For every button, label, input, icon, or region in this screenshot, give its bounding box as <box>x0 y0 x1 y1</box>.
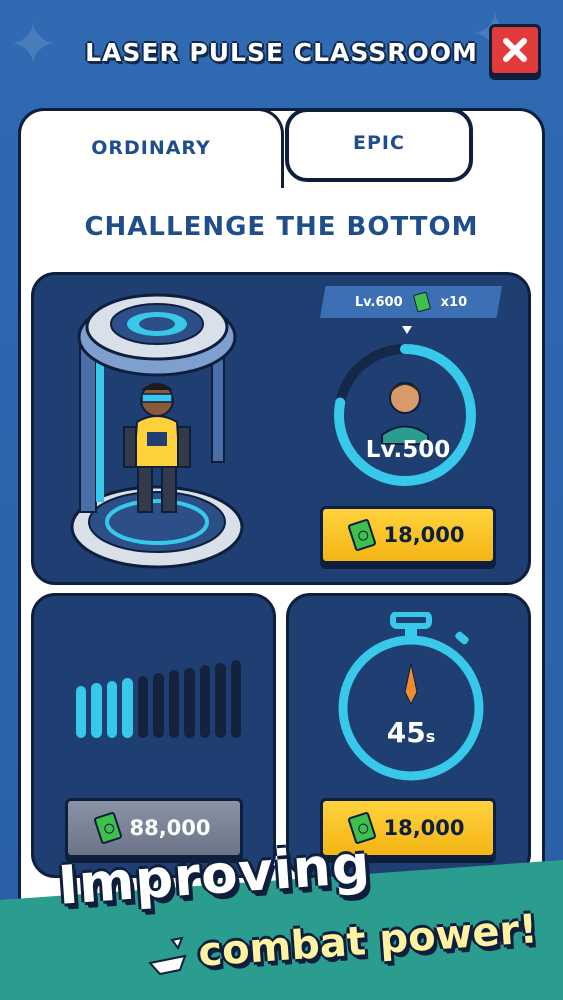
next-level-reward: Lv.600 x10 <box>320 286 502 318</box>
close-button[interactable] <box>489 24 541 76</box>
hero-pod-illustration <box>70 293 244 569</box>
challenge-upgrade-button[interactable]: 18,000 <box>320 506 496 564</box>
timer-seconds: 45 <box>386 716 426 749</box>
tab-ordinary-label: ORDINARY <box>91 136 211 159</box>
power-bar-filled <box>91 683 102 738</box>
power-bar-empty <box>215 662 226 738</box>
stopwatch-icon <box>338 611 484 781</box>
timer-readout: 45s <box>331 716 491 749</box>
power-bar-empty <box>230 660 241 738</box>
cash-icon <box>412 291 431 313</box>
power-bar-empty <box>184 667 195 738</box>
stopwatch <box>331 611 491 782</box>
power-upgrade-cost: 88,000 <box>129 816 211 840</box>
power-bar-empty <box>137 675 149 738</box>
current-level: Lv.500 <box>365 437 451 463</box>
timer-unit: s <box>425 727 436 746</box>
page-title: LASER PULSE CLASSROOM <box>85 38 478 67</box>
progress-ring-graphic <box>334 344 476 486</box>
section-title: CHALLENGE THE BOTTOM <box>84 212 479 242</box>
power-bar-filled <box>76 686 87 738</box>
tab-epic[interactable]: EPIC <box>285 108 473 182</box>
reward-multiplier: x10 <box>440 294 468 310</box>
tab-ordinary[interactable]: ORDINARY <box>18 108 284 188</box>
cash-icon <box>347 518 378 552</box>
power-level-bars <box>76 658 241 738</box>
challenge-upgrade-cost: 18,000 <box>383 523 465 547</box>
close-icon <box>503 38 527 62</box>
level-progress-ring <box>330 340 480 490</box>
pointer-arrow-icon <box>402 326 412 334</box>
header: LASER PULSE CLASSROOM <box>0 20 563 90</box>
power-bar-empty <box>153 673 164 738</box>
next-level-label: Lv.600 <box>354 294 403 310</box>
power-bar-empty <box>199 665 211 738</box>
tab-epic-label: EPIC <box>353 132 405 154</box>
timer-upgrade-cost: 18,000 <box>383 816 465 840</box>
power-bar-empty <box>168 670 180 738</box>
power-bar-filled <box>122 678 133 738</box>
cash-icon <box>93 811 124 845</box>
power-bar-filled <box>106 680 118 738</box>
